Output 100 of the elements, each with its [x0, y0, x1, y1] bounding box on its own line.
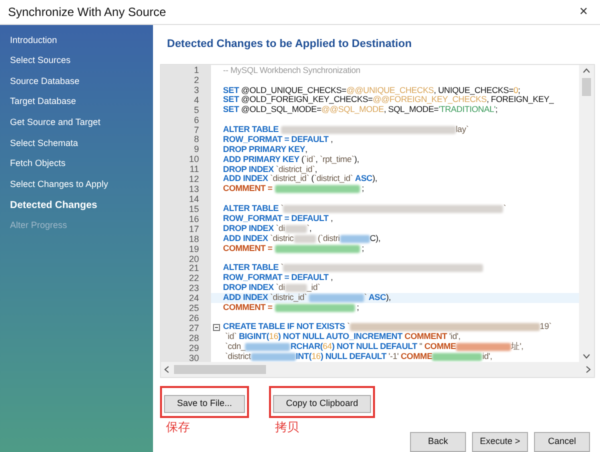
code-text: @OLD_SQL_MODE=: [241, 105, 322, 116]
code-text: @OLD_UNIQUE_CHECKS=: [241, 86, 346, 96]
code-text: ADD INDEX: [223, 174, 269, 184]
annotation-text: 保存: [165, 419, 190, 436]
line-number: 20: [188, 254, 199, 264]
line-number: 15: [188, 204, 199, 215]
code-text: RCHAR(: [290, 342, 323, 352]
nav-button[interactable]: Execute >: [472, 432, 528, 452]
code-text: @@UNIQUE_CHECKS: [346, 86, 434, 96]
sidebar-item[interactable]: Select Sources: [0, 50, 153, 72]
code-text: ALTER TABLE: [223, 204, 280, 214]
code-text: ;: [360, 184, 364, 194]
code-text: `di: [276, 282, 285, 293]
code-text: `: [364, 292, 367, 303]
horizontal-scrollbar[interactable]: [161, 362, 594, 377]
code-text: ADD INDEX: [223, 234, 269, 244]
sidebar-item[interactable]: Target Database: [0, 92, 153, 112]
nav-button[interactable]: Back: [410, 432, 466, 452]
line-number: 5: [194, 106, 199, 116]
code-text: @@FOREIGN_KEY_CHECKS: [372, 95, 487, 106]
line-number: 12: [188, 175, 199, 186]
code-text: `district_id`: [270, 174, 310, 184]
code-text: '': [419, 342, 424, 352]
line-number: 14: [188, 194, 199, 205]
sidebar-item[interactable]: Get Source and Target: [0, 112, 153, 133]
code-text: ADD PRIMARY KEY: [223, 154, 300, 165]
code-text: ASC: [368, 292, 386, 303]
sidebar-item[interactable]: Fetch Objects: [0, 154, 153, 174]
code-text: ROW_FORMAT = DEFAULT: [223, 273, 328, 283]
code-text: ROW_FORMAT = DEFAULT: [223, 214, 328, 224]
code-text: , FOREIGN_KEY_: [486, 95, 554, 106]
line-number: 21: [188, 264, 199, 274]
code-text: SET: [223, 95, 240, 106]
line-number: 24: [188, 294, 199, 304]
code-text: COMMENT =: [223, 302, 272, 313]
line-number: 19: [188, 244, 199, 255]
code-text: ),: [372, 174, 378, 184]
sidebar-item[interactable]: Detected Changes: [0, 194, 153, 216]
close-button[interactable]: ✕: [575, 4, 592, 20]
line-number: 27: [188, 324, 199, 334]
code-text: ADD INDEX: [223, 292, 269, 303]
line-number: 3: [194, 86, 199, 96]
scroll-right-icon[interactable]: [586, 366, 591, 373]
code-text: (`distri: [316, 234, 340, 244]
code-text: DROP INDEX: [223, 164, 275, 174]
code-text: '-1': [388, 352, 400, 362]
scroll-up-icon[interactable]: [583, 68, 590, 73]
action-button[interactable]: Save to File...: [164, 394, 246, 413]
code-text: COMMENT =: [223, 244, 274, 254]
scroll-left-icon[interactable]: [164, 366, 169, 373]
sidebar-item[interactable]: Introduction: [0, 30, 153, 51]
line-number: 28: [188, 334, 199, 344]
code-text: SET: [223, 105, 240, 116]
code-text: DROP INDEX: [223, 282, 275, 293]
code-text: `district: [224, 352, 251, 362]
code-text: ) NOT NULL DEFAULT: [332, 342, 418, 352]
code-text: `: [306, 224, 310, 234]
section-heading: Detected Changes to be Applied to Destination: [166, 37, 413, 52]
sidebar-item[interactable]: Select Changes to Apply: [0, 174, 153, 195]
line-number: 13: [188, 185, 199, 195]
code-text: ,: [330, 273, 333, 283]
window-title: Synchronize With Any Source: [8, 4, 166, 21]
action-button[interactable]: Copy to Clipboard: [273, 394, 372, 413]
code-text: ALTER TABLE: [223, 124, 280, 135]
sidebar-item[interactable]: Source Database: [0, 71, 153, 92]
code-text: @OLD_FOREIGN_KEY_CHECKS=: [241, 95, 373, 106]
code-text: 'id',: [449, 332, 460, 342]
code-text: 64: [322, 342, 332, 352]
code-text: ) NULL DEFAULT: [320, 352, 388, 362]
nav-button[interactable]: Cancel: [534, 432, 590, 452]
code-text: id',: [482, 352, 492, 362]
code-text: `: [503, 204, 506, 214]
code-text: 'TRADITIONAL': [438, 105, 496, 116]
vertical-scrollbar[interactable]: [579, 65, 594, 362]
code-text: ,: [330, 134, 333, 145]
code-text: `: [280, 263, 284, 274]
scroll-thumb[interactable]: [582, 78, 591, 96]
code-text: CREATE TABLE IF NOT EXISTS: [223, 322, 346, 332]
scroll-thumb[interactable]: [174, 365, 266, 374]
code-text: , UNIQUE_CHECKS=: [434, 86, 514, 96]
code-text: ),: [386, 292, 391, 303]
code-text: ,: [314, 164, 318, 174]
code-text: BIGINT(: [238, 332, 270, 342]
line-number: 8: [194, 135, 199, 146]
code-text: ,: [315, 154, 319, 165]
line-number: 16: [188, 214, 199, 225]
code-text: INT(: [296, 352, 312, 362]
annotation-text: 拷贝: [274, 419, 300, 436]
code-text: ;: [495, 105, 498, 116]
fold-toggle-icon[interactable]: [213, 324, 220, 331]
code-text: ;: [356, 302, 359, 313]
code-text: `id`: [224, 332, 238, 342]
sidebar-item[interactable]: Select Schemata: [0, 132, 153, 154]
code-text: COMME: [424, 342, 456, 352]
code-text: COMME: [400, 352, 432, 362]
code-text: ,: [305, 144, 308, 155]
scroll-down-icon[interactable]: [583, 354, 590, 359]
code-text: `: [347, 322, 350, 332]
code-text: ,: [309, 224, 312, 234]
code-text: (: [311, 174, 314, 184]
